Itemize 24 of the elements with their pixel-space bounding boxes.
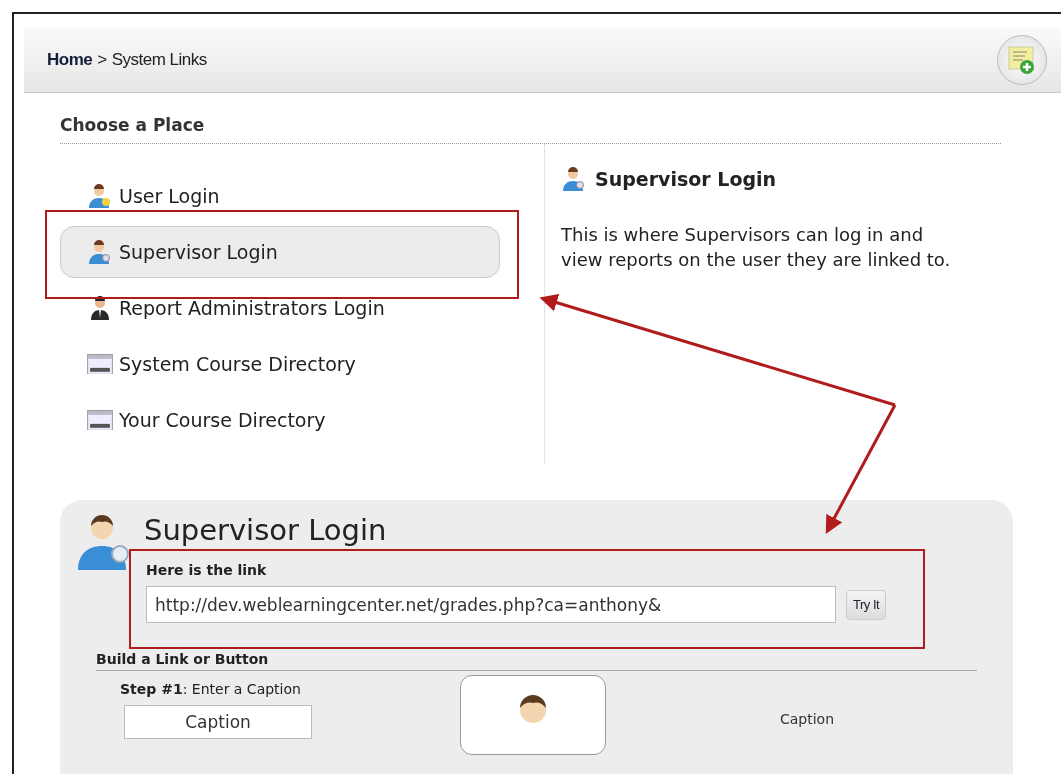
place-label: Supervisor Login: [119, 241, 278, 263]
build-title: Build a Link or Button: [96, 651, 977, 671]
place-item[interactable]: User Login: [60, 170, 500, 222]
breadcrumb-current: System Links: [111, 50, 207, 70]
panel-title: Supervisor Login: [144, 513, 387, 547]
detail-description: This is where Supervisors can log in and view reports on the user they are linked to.: [561, 223, 952, 272]
place-label: Your Course Directory: [119, 409, 326, 431]
link-field[interactable]: http://dev.weblearningcenter.net/grades.php?ca=anthony&: [146, 586, 836, 623]
link-label: Here is the link: [146, 562, 268, 578]
breadcrumb-link[interactable]: Home: [47, 50, 93, 70]
place-label: User Login: [119, 185, 220, 207]
section-title: Choose a Place: [60, 115, 1001, 144]
detail-title: Supervisor Login: [595, 168, 777, 190]
place-item[interactable]: Your Course Directory: [60, 394, 500, 446]
caption-field[interactable]: Caption: [124, 705, 312, 739]
place-item[interactable]: Supervisor Login: [60, 226, 500, 278]
place-label: Report Administrators Login: [119, 297, 385, 319]
preview-caption: Caption: [780, 711, 835, 729]
breadcrumb-separator: >: [97, 50, 107, 70]
place-label: System Course Directory: [119, 353, 356, 375]
place-item[interactable]: System Course Directory: [60, 338, 500, 390]
step-label: Step #1: Enter a Caption: [120, 681, 302, 697]
place-item[interactable]: Report Administrators Login: [60, 282, 500, 334]
try-it-button[interactable]: Try It: [846, 589, 887, 620]
